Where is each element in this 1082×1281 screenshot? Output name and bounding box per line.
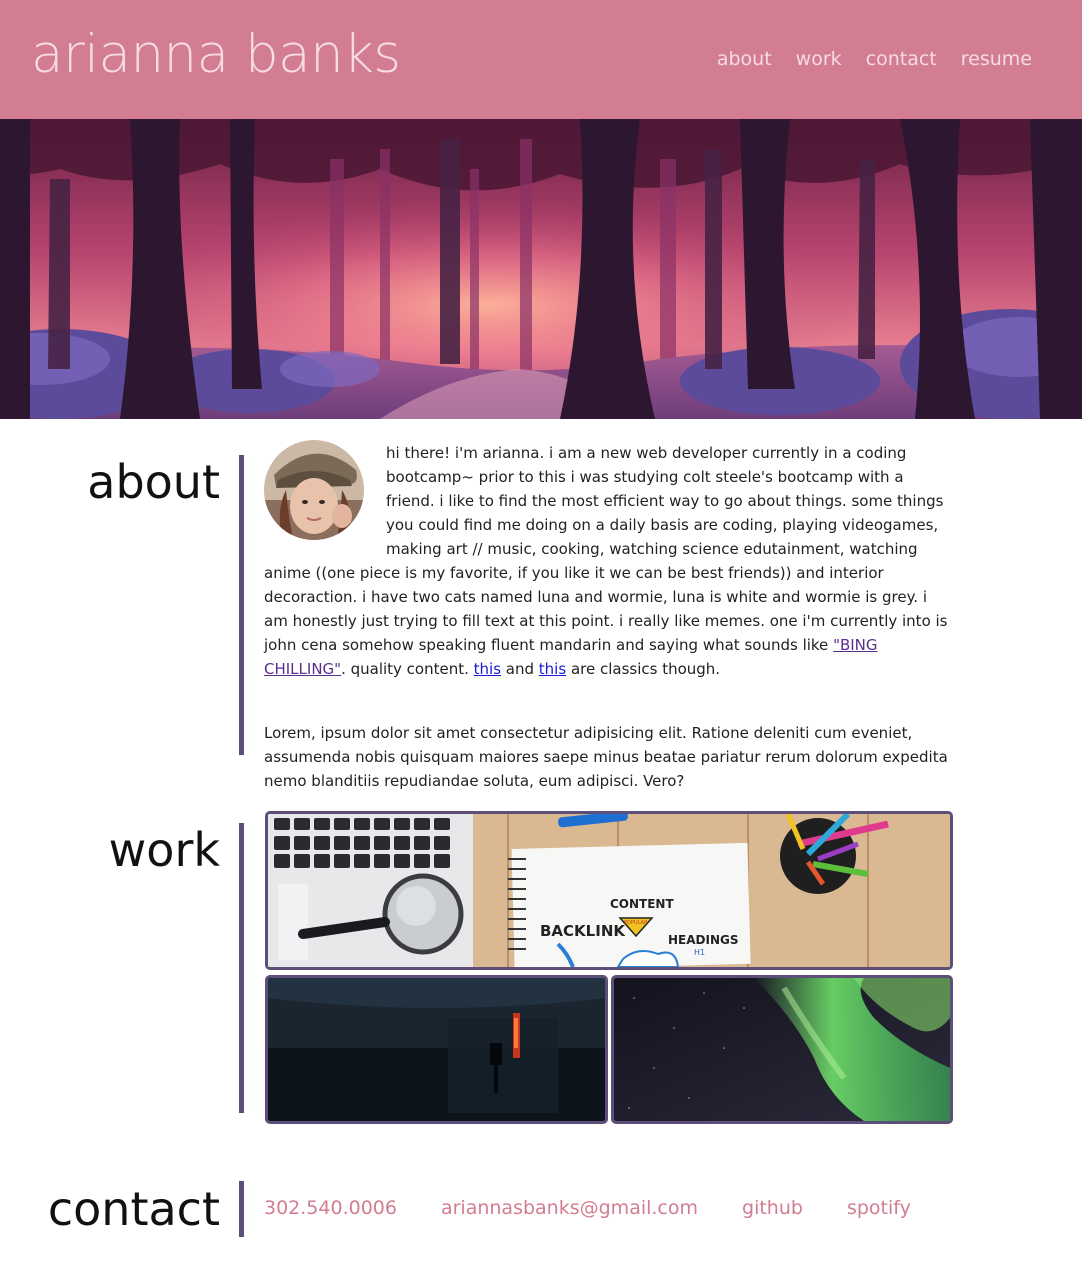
hero-banner-image	[0, 119, 1082, 419]
classic-link-2[interactable]: this	[539, 660, 566, 678]
profile-avatar	[264, 440, 364, 540]
about-text: are classics though.	[566, 660, 721, 678]
site-title[interactable]: arianna banks	[31, 24, 401, 85]
seo-content-label: CONTENT	[610, 897, 674, 911]
contact-spotify-link[interactable]: spotify	[847, 1197, 911, 1219]
work-heading: work	[108, 823, 220, 877]
nav-work[interactable]: work	[796, 48, 842, 70]
about-content: hi there! i'm arianna. i am a new web de…	[264, 440, 954, 793]
site-header: arianna banks about work contact resume	[0, 0, 1082, 119]
aurora-image	[614, 978, 950, 1121]
about-heading: about	[87, 455, 220, 509]
seo-backlink-label: BACKLINK	[540, 922, 626, 940]
contact-divider-bar	[239, 1181, 244, 1237]
contact-heading: contact	[47, 1182, 220, 1236]
about-paragraph-2: Lorem, ipsum dolor sit amet consectetur …	[264, 724, 948, 790]
work-project-card-aurora[interactable]	[611, 975, 953, 1124]
contact-github-link[interactable]: github	[742, 1197, 803, 1219]
contact-phone-link[interactable]: 302.540.0006	[264, 1197, 397, 1219]
work-project-card-dark[interactable]	[265, 975, 608, 1124]
contact-links: 302.540.0006 ariannasbanks@gmail.com git…	[264, 1197, 911, 1219]
work-project-card-seo[interactable]: CONTENT POPULAR BACKLINK HEADINGS H1	[265, 811, 953, 970]
nav-resume[interactable]: resume	[961, 48, 1032, 70]
work-divider-bar	[239, 823, 244, 1113]
about-paragraph-1: hi there! i'm arianna. i am a new web de…	[264, 440, 954, 681]
contact-email-link[interactable]: ariannasbanks@gmail.com	[441, 1197, 698, 1219]
nav-contact[interactable]: contact	[866, 48, 937, 70]
classic-link-1[interactable]: this	[474, 660, 501, 678]
seo-headings-label: HEADINGS	[668, 933, 739, 947]
seo-popular-label: POPULAR	[624, 920, 648, 926]
nav-about[interactable]: about	[717, 48, 772, 70]
seo-desk-image: CONTENT POPULAR BACKLINK HEADINGS H1	[268, 814, 950, 967]
dark-hallway-image	[268, 978, 605, 1121]
main-nav: about work contact resume	[717, 48, 1032, 70]
forest-illustration	[0, 119, 1082, 419]
about-text: hi there! i'm arianna. i am a new web de…	[264, 444, 948, 654]
seo-h1-label: H1	[694, 948, 705, 957]
about-text: and	[501, 660, 539, 678]
about-text: . quality content.	[341, 660, 474, 678]
about-divider-bar	[239, 455, 244, 755]
